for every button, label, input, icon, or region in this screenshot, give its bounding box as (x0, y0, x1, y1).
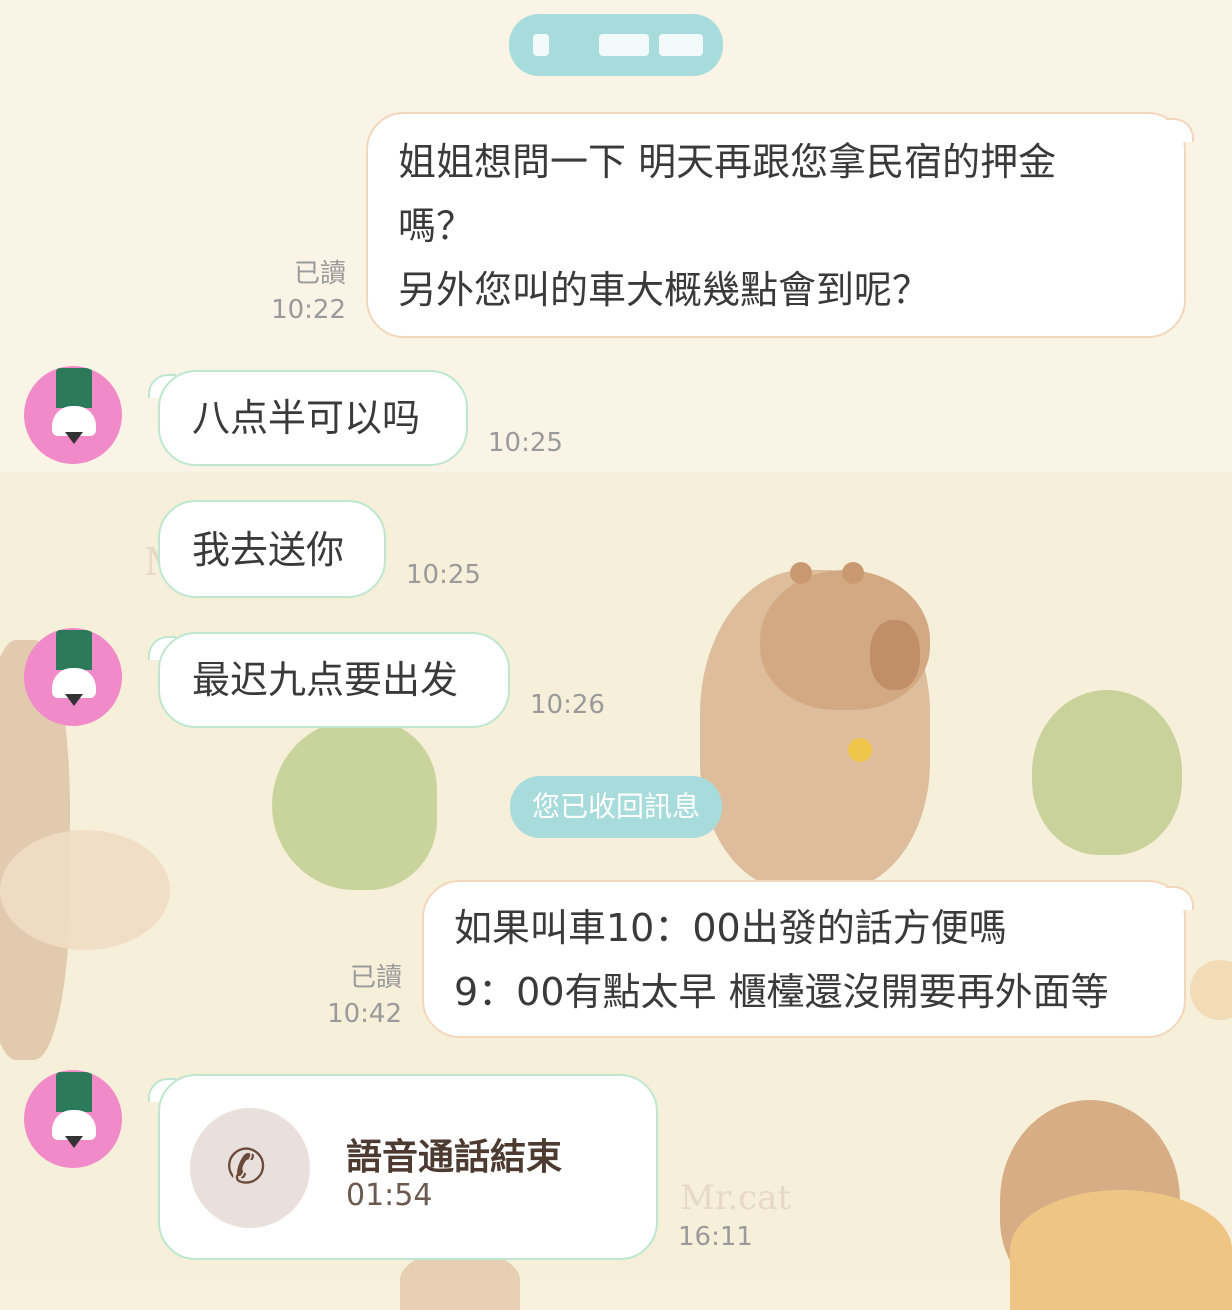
message-text: 9：00有點太早 櫃檯還沒開要再外面等 (454, 970, 1109, 1014)
call-duration: 01:54 (346, 1178, 433, 1213)
message-recalled-notice: 您已收回訊息 (510, 776, 722, 838)
date-pill (509, 14, 723, 76)
wallpaper-blob-left (0, 830, 170, 950)
incoming-message-bubble[interactable]: 最迟九点要出发 (158, 632, 510, 728)
wallpaper-pear-right (1032, 690, 1182, 855)
avatar[interactable] (24, 628, 122, 726)
wallpaper-bun (1010, 1190, 1232, 1310)
message-text: 我去送你 (192, 528, 345, 572)
wallpaper-bell (848, 738, 872, 762)
wallpaper-pear-left (272, 720, 437, 890)
message-text: 八点半可以吗 (192, 396, 421, 440)
pencil-tip-icon (65, 432, 83, 444)
message-time: 10:25 (406, 560, 481, 590)
outgoing-message-bubble[interactable]: 姐姐想問一下 明天再跟您拿民宿的押金 嗎？ 另外您叫的車大概幾點會到呢？ (366, 112, 1186, 338)
blurred-text (659, 34, 703, 56)
blurred-text (599, 34, 649, 56)
message-text: 嗎？ (398, 204, 475, 248)
message-text: 如果叫車10：00出發的話方便嗎 (454, 906, 1007, 950)
blurred-text (533, 34, 549, 56)
pencil-icon (56, 368, 92, 408)
incoming-message-bubble[interactable]: 八点半可以吗 (158, 370, 468, 466)
pencil-tip-icon (65, 1136, 83, 1148)
pencil-icon (56, 630, 92, 670)
message-time: 10:25 (488, 428, 563, 458)
message-time: 10:26 (530, 690, 605, 720)
read-receipt: 已讀 10:22 (256, 256, 346, 328)
message-time: 10:22 (271, 295, 346, 325)
avatar[interactable] (24, 1070, 122, 1168)
message-text: 姐姐想問一下 明天再跟您拿民宿的押金 (398, 140, 1057, 184)
read-label: 已讀 (293, 259, 346, 289)
wallpaper-capybara-ear (790, 562, 812, 584)
outgoing-message-bubble[interactable]: 如果叫車10：00出發的話方便嗎 9：00有點太早 櫃檯還沒開要再外面等 (422, 880, 1186, 1038)
voice-call-ended-card[interactable]: ✆ 語音通話結束 01:54 (158, 1074, 658, 1260)
read-receipt: 已讀 10:42 (312, 960, 402, 1032)
pencil-tip-icon (65, 694, 83, 706)
wallpaper-sketch-text: Mr.cat (680, 1178, 792, 1218)
call-button[interactable]: ✆ (190, 1108, 310, 1228)
phone-icon: ✆ (226, 1139, 267, 1195)
read-label: 已讀 (349, 963, 402, 993)
message-text: 最迟九点要出发 (192, 658, 459, 702)
incoming-message-bubble[interactable]: 我去送你 (158, 500, 386, 598)
message-text: 另外您叫的車大概幾點會到呢？ (398, 268, 931, 312)
message-time: 10:42 (327, 999, 402, 1029)
wallpaper-capybara-ear (842, 562, 864, 584)
wallpaper-capybara-nose (870, 620, 920, 690)
message-time: 16:11 (678, 1222, 753, 1252)
call-status-title: 語音通話結束 (346, 1137, 563, 1178)
pencil-icon (56, 1072, 92, 1112)
avatar[interactable] (24, 366, 122, 464)
